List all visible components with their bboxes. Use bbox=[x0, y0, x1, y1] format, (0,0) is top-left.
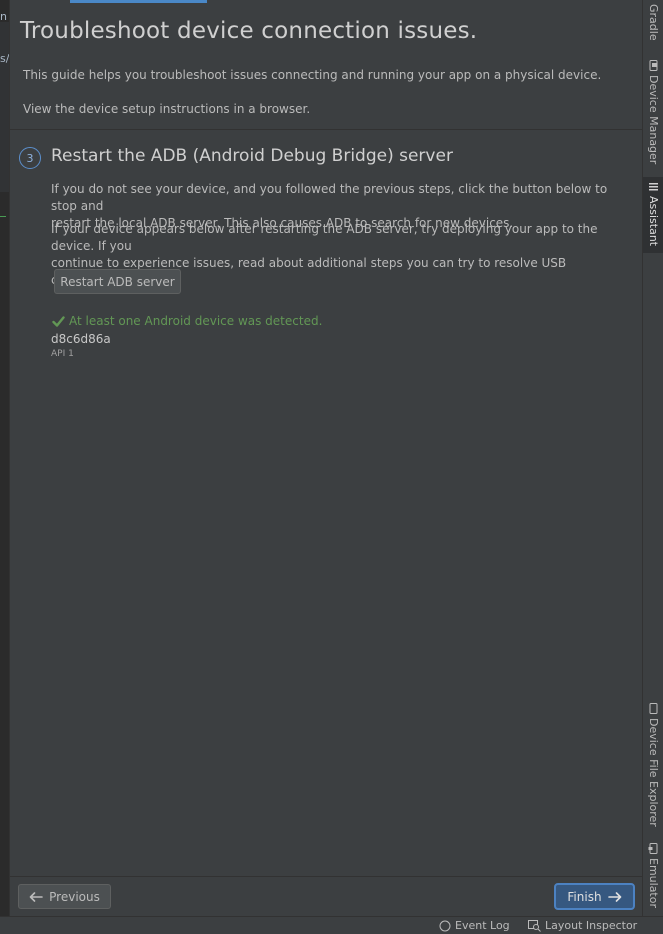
arrow-right-icon bbox=[607, 891, 621, 902]
setup-instructions-link[interactable]: View the device setup instructions in a … bbox=[23, 102, 310, 116]
previous-button[interactable]: Previous bbox=[18, 884, 111, 909]
restart-adb-button[interactable]: Restart ADB server bbox=[54, 269, 181, 294]
step-title: Restart the ADB (Android Debug Bridge) s… bbox=[51, 146, 453, 166]
tab-device-manager[interactable]: Device Manager bbox=[643, 60, 663, 164]
layout-inspector-icon bbox=[528, 919, 541, 932]
tab-device-file-explorer-label: Device File Explorer bbox=[647, 718, 660, 827]
previous-button-label: Previous bbox=[49, 889, 100, 904]
editor-sliver: n s/ bbox=[0, 0, 10, 916]
tab-assistant[interactable]: Assistant bbox=[643, 177, 663, 253]
detection-status: At least one Android device was detected… bbox=[52, 314, 322, 328]
tab-assistant-label: Assistant bbox=[647, 196, 660, 247]
assistant-panel: Troubleshoot device connection issues. T… bbox=[10, 0, 642, 916]
tab-device-manager-label: Device Manager bbox=[647, 75, 660, 165]
tab-gradle[interactable]: Gradle bbox=[643, 4, 663, 41]
footer-divider bbox=[10, 876, 642, 877]
device-api-level: API 1 bbox=[51, 349, 74, 359]
layout-inspector-label: Layout Inspector bbox=[545, 919, 638, 932]
tab-emulator[interactable]: Emulator bbox=[643, 843, 663, 908]
finish-button[interactable]: Finish bbox=[554, 883, 635, 910]
device-serial: d8c6d86a bbox=[51, 332, 111, 346]
event-log-button[interactable]: Event Log bbox=[439, 919, 510, 932]
event-log-label: Event Log bbox=[455, 919, 510, 932]
step-hint-line: If your device appears below after resta… bbox=[51, 222, 598, 253]
intro-text: This guide helps you troubleshoot issues… bbox=[23, 68, 602, 82]
list-icon bbox=[649, 183, 658, 191]
finish-button-label: Finish bbox=[567, 889, 602, 904]
detection-message: At least one Android device was detected… bbox=[69, 314, 323, 328]
emulator-icon bbox=[648, 843, 658, 854]
step-number-badge: 3 bbox=[19, 147, 41, 169]
tab-gradle-label: Gradle bbox=[647, 4, 660, 41]
right-tool-strip: Gradle Device Manager Assistant Device F… bbox=[642, 0, 663, 916]
device-file-icon bbox=[649, 703, 658, 714]
arrow-left-icon bbox=[29, 891, 43, 902]
editor-fragment: n bbox=[0, 10, 7, 23]
status-bar: Event Log Layout Inspector bbox=[0, 916, 663, 934]
layout-inspector-button[interactable]: Layout Inspector bbox=[528, 919, 637, 932]
editor-gutter bbox=[0, 22, 9, 192]
divider bbox=[10, 129, 642, 130]
tab-indicator bbox=[70, 0, 207, 3]
tab-emulator-label: Emulator bbox=[647, 858, 660, 908]
tab-device-file-explorer[interactable]: Device File Explorer bbox=[643, 703, 663, 827]
phone-icon bbox=[649, 60, 658, 71]
checkmark-icon bbox=[52, 315, 65, 327]
editor-fragment: s/ bbox=[0, 52, 10, 65]
event-log-icon bbox=[439, 920, 451, 931]
page-title: Troubleshoot device connection issues. bbox=[20, 18, 478, 44]
step-description-line: If you do not see your device, and you f… bbox=[51, 182, 608, 213]
change-marker bbox=[0, 216, 6, 217]
